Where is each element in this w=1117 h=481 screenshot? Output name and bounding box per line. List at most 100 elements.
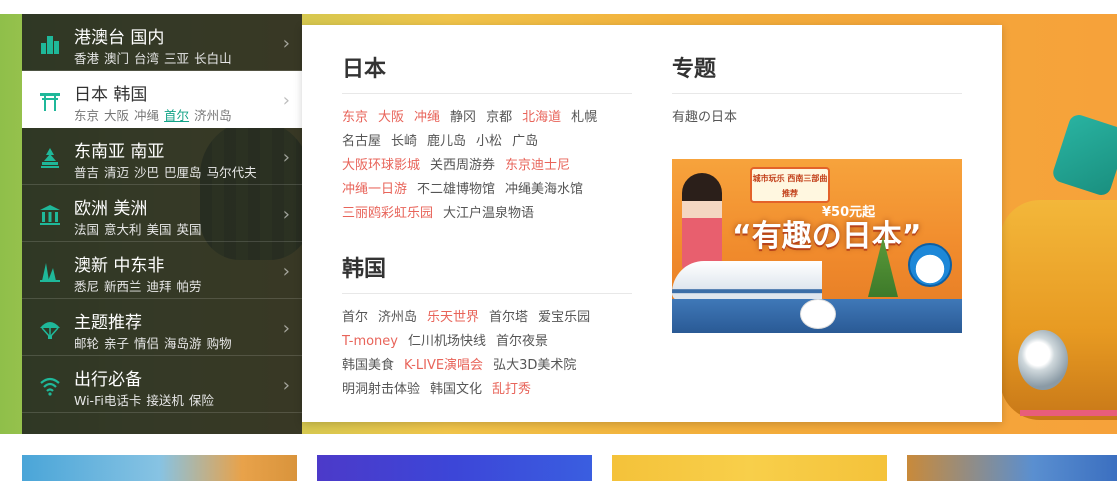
sidebar-sub-link[interactable]: 台湾 (134, 51, 159, 66)
japan-destination-link[interactable]: 广岛 (512, 134, 538, 149)
museum-icon (38, 203, 62, 227)
korea-destination-link[interactable]: 爱宝乐园 (538, 310, 590, 325)
sidebar-sub-link[interactable]: 东京 (74, 108, 99, 123)
korea-destination-link[interactable]: K-LIVE演唱会 (404, 358, 483, 373)
sidebar-sub-link[interactable]: 情侣 (134, 336, 159, 351)
japan-destination-link[interactable]: 长崎 (391, 134, 417, 149)
sidebar-sub-link[interactable]: 悉尼 (74, 279, 99, 294)
sidebar-item-5[interactable]: 澳新 中东非 悉尼 新西兰 迪拜 帕劳 › (22, 242, 302, 299)
sidebar-item-title[interactable]: 澳新 中东非 (74, 251, 164, 276)
japan-destination-link[interactable]: 札幌 (571, 110, 597, 125)
korea-destination-link[interactable]: 济州岛 (378, 310, 417, 325)
korea-destination-link[interactable]: 首尔 (342, 310, 368, 325)
sidebar-sub-link[interactable]: 济州岛 (194, 108, 232, 123)
japan-destination-link[interactable]: 冲绳 (414, 110, 440, 125)
sidebar-item-2[interactable]: 日本 韩国 东京 大阪 冲绳 首尔 济州岛 › (22, 71, 302, 128)
japan-destination-link[interactable]: 大阪环球影城 (342, 158, 420, 173)
korea-destination-link[interactable]: 乱打秀 (492, 382, 531, 397)
sidebar-sub-link[interactable]: 首尔 (164, 108, 189, 123)
sidebar-sub-link[interactable]: 长白山 (194, 51, 232, 66)
korea-destination-link[interactable]: 仁川机场快线 (408, 334, 486, 349)
sidebar-sub-link[interactable]: 购物 (207, 336, 232, 351)
japan-destination-link[interactable]: 静冈 (450, 110, 476, 125)
japan-destination-link[interactable]: 大阪 (378, 110, 404, 125)
sidebar-sub-link[interactable]: 邮轮 (74, 336, 99, 351)
hello-kitty-graphic (800, 299, 836, 329)
sidebar-sub-link[interactable]: 清迈 (104, 165, 129, 180)
bullet-train-graphic (672, 261, 822, 301)
sidebar-item-1[interactable]: 港澳台 国内香港 澳门 台湾 三亚 长白山 › (22, 14, 302, 71)
promo-tile-2[interactable] (317, 455, 592, 481)
japan-destination-link[interactable]: 东京迪士尼 (505, 158, 570, 173)
sidebar-sub-link[interactable]: 澳门 (104, 51, 129, 66)
sidebar-item-title[interactable]: 港澳台 国内 (74, 23, 164, 48)
fun-japan-promo-image[interactable]: 城市玩乐 西南三部曲推荐 ¥50元起 “有趣の日本” (672, 159, 962, 333)
japan-destination-link[interactable]: 北海道 (522, 110, 561, 125)
japan-destination-link[interactable]: 京都 (486, 110, 512, 125)
sidebar-sub-link[interactable]: 帕劳 (177, 279, 202, 294)
korea-destination-link[interactable]: T-money (342, 334, 398, 349)
japan-destination-link[interactable]: 不二雄博物馆 (417, 182, 495, 197)
japan-destination-link[interactable]: 关西周游券 (430, 158, 495, 173)
sidebar-item-3[interactable]: 东南亚 南亚 普吉 清迈 沙巴 巴厘岛 马尔代夫 › (22, 128, 302, 185)
sidebar-sub-link[interactable]: 法国 (74, 222, 99, 237)
sidebar-item-title[interactable]: 日本 韩国 (74, 80, 147, 105)
sidebar-sub-link[interactable]: 意大利 (104, 222, 142, 237)
sidebar-item-title[interactable]: 东南亚 南亚 (74, 137, 164, 162)
sidebar-sub-link[interactable]: 三亚 (164, 51, 189, 66)
japan-link-row: 东京 大阪 冲绳 静冈 京都 北海道 札幌 (342, 106, 632, 130)
japan-destination-link[interactable]: 名古屋 (342, 134, 381, 149)
divider (672, 93, 962, 94)
topic-link-fun-japan[interactable]: 有趣の日本 (672, 106, 962, 125)
sidebar-sub-link[interactable]: 保险 (189, 393, 214, 408)
promo-tile-1[interactable] (22, 455, 297, 481)
chevron-right-icon: › (282, 147, 290, 168)
sidebar-item-subtitles: 普吉 清迈 沙巴 巴厘岛 马尔代夫 (74, 162, 262, 181)
korea-destination-link[interactable]: 弘大3D美术院 (493, 358, 576, 373)
sidebar-sub-link[interactable]: 新西兰 (104, 279, 142, 294)
sidebar-sub-link[interactable]: 巴厘岛 (164, 165, 202, 180)
sidebar-item-title[interactable]: 欧洲 美洲 (74, 194, 147, 219)
car-graphic (1000, 200, 1117, 420)
japan-destination-link[interactable]: 小松 (476, 134, 502, 149)
japan-destination-link[interactable]: 东京 (342, 110, 368, 125)
sidebar-item-title[interactable]: 出行必备 (74, 365, 142, 390)
opera-house-icon (38, 260, 62, 284)
korea-link-row: 首尔 济州岛 乐天世界 首尔塔 爱宝乐园 (342, 306, 632, 330)
korea-destination-link[interactable]: 韩国美食 (342, 358, 394, 373)
sidebar-sub-link[interactable]: 接送机 (146, 393, 184, 408)
japan-destination-link[interactable]: 鹿儿岛 (427, 134, 466, 149)
pagoda-icon (38, 146, 62, 170)
sidebar-sub-link[interactable]: 沙巴 (134, 165, 159, 180)
sidebar-sub-link[interactable]: Wi-Fi电话卡 (74, 393, 141, 408)
japan-destination-link[interactable]: 冲绳一日游 (342, 182, 407, 197)
sidebar-sub-link[interactable]: 美国 (147, 222, 172, 237)
japan-destination-link[interactable]: 大江户温泉物语 (443, 206, 534, 221)
korea-destination-link[interactable]: 首尔夜景 (496, 334, 548, 349)
sidebar-sub-link[interactable]: 大阪 (104, 108, 129, 123)
korea-destination-link[interactable]: 乐天世界 (427, 310, 479, 325)
sidebar-item-4[interactable]: 欧洲 美洲 法国 意大利 美国 英国 › (22, 185, 302, 242)
sidebar-sub-link[interactable]: 马尔代夫 (207, 165, 257, 180)
chevron-right-icon: › (282, 375, 290, 396)
japan-destination-link[interactable]: 三丽鸥彩虹乐园 (342, 206, 433, 221)
topic-section: 专题 有趣の日本 (672, 51, 962, 125)
sidebar-sub-link[interactable]: 冲绳 (134, 108, 159, 123)
sidebar-sub-link[interactable]: 普吉 (74, 165, 99, 180)
sidebar-sub-link[interactable]: 亲子 (104, 336, 129, 351)
promo-tile-3[interactable] (612, 455, 887, 481)
sidebar-sub-link[interactable]: 香港 (74, 51, 99, 66)
sidebar-item-6[interactable]: 主题推荐 邮轮 亲子 情侣 海岛游 购物 › (22, 299, 302, 356)
sidebar-item-7[interactable]: 出行必备 Wi-Fi电话卡 接送机 保险 › (22, 356, 302, 413)
chevron-right-icon: › (282, 33, 290, 54)
torii-icon (38, 89, 62, 113)
japan-destination-link[interactable]: 冲绳美海水馆 (505, 182, 583, 197)
sidebar-item-title[interactable]: 主题推荐 (74, 308, 142, 333)
sidebar-sub-link[interactable]: 海岛游 (164, 336, 202, 351)
korea-destination-link[interactable]: 首尔塔 (489, 310, 528, 325)
korea-destination-link[interactable]: 韩国文化 (430, 382, 482, 397)
korea-destination-link[interactable]: 明洞射击体验 (342, 382, 420, 397)
promo-tile-4[interactable] (907, 455, 1117, 481)
sidebar-sub-link[interactable]: 英国 (177, 222, 202, 237)
sidebar-sub-link[interactable]: 迪拜 (147, 279, 172, 294)
